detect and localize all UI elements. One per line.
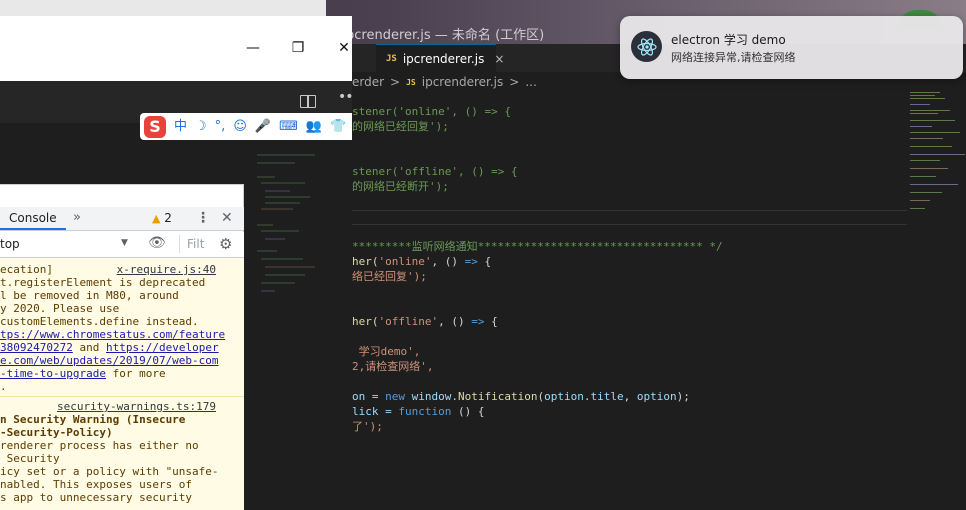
tab-label: ipcrenderer.js [402,51,485,66]
maximize-button[interactable]: ❐ [288,38,308,58]
tab-console[interactable]: Console [0,207,66,230]
code-line: lick = function () { [352,405,485,418]
chevron-right-icon: > [509,75,520,89]
code-line: her('offline', () => { [352,315,498,328]
keyboard-icon[interactable]: ⌨ [279,120,298,133]
code-line: 了'); [352,420,383,433]
minimap-preview [255,151,335,311]
source-link[interactable]: x-require.js:40 [117,263,216,276]
microphone-icon[interactable]: 🎤 [255,120,271,133]
split-editor-icon[interactable] [300,95,316,108]
chevron-right-icon: > [390,75,401,89]
code-line: her('online', () => { [352,255,492,268]
chinese-mode-icon[interactable]: 中 [174,120,187,133]
code-line: stener('online', () => { [352,105,511,118]
close-icon[interactable]: ✕ [221,210,233,226]
code-line: 学习demo', [352,345,421,358]
punctuation-icon[interactable]: °, [215,120,226,133]
source-link[interactable]: security-warnings.ts:179 [57,400,216,413]
breadcrumb-file[interactable]: ipcrenderer.js [422,75,504,89]
shirt-icon[interactable]: 👕 [330,120,346,133]
code-line: on = new window.Notification(option.titl… [352,390,690,403]
divider [352,224,907,225]
users-icon[interactable]: 👥 [306,120,322,133]
devtools-tab-bar: Console » ▲ 2 ⋮ ✕ [0,207,244,231]
link[interactable]: e.com/web/updates/2019/07/web-com [0,354,219,367]
devtools-panel: Console » ▲ 2 ⋮ ✕ top ▼ 👁 Filt ⚙ x-requi… [0,184,244,510]
console-messages: x-require.js:40 ecation] t.registerEleme… [0,258,244,510]
moon-icon[interactable]: ☽ [195,120,207,133]
minimize-button[interactable]: — [243,38,263,58]
console-filter-bar: top ▼ 👁 Filt ⚙ [0,232,244,258]
divider [352,210,907,211]
window-title: pcrenderer.js — 未命名 (工作区) [346,28,545,43]
electron-icon [631,31,662,62]
ime-toolbar: S 中 ☽ °, ☺ 🎤 ⌨ 👥 👕 [140,113,352,140]
gear-icon[interactable]: ⚙ [219,235,232,253]
kebab-menu-icon[interactable]: ⋮ [196,210,210,226]
warning-count: 2 [164,211,172,225]
warning-icon: ▲ [152,212,161,225]
breadcrumb-symbol[interactable]: ... [525,75,536,89]
js-file-icon: JS [406,77,416,87]
link[interactable]: https://developer [106,341,219,354]
code-line: stener('offline', () => { [352,165,518,178]
js-file-icon: JS [386,53,397,64]
breadcrumb-folder[interactable]: erder [352,75,384,89]
notification-body: 网络连接异常,请检查网络 [671,51,796,64]
notification-title: electron 学习 demo [671,33,786,47]
code-line: 的网络已经回复'); [352,120,449,133]
emoji-icon[interactable]: ☺ [233,120,247,133]
tab-ipcrenderer[interactable]: JS ipcrenderer.js × [376,44,504,72]
chevron-down-icon[interactable]: ▼ [121,238,128,248]
close-button[interactable]: ✕ [334,38,354,58]
context-selector[interactable]: top [0,237,20,251]
link[interactable]: -time-to-upgrade [0,367,106,380]
sogou-logo-icon[interactable]: S [144,115,166,138]
background-window [0,0,326,17]
divider [0,396,244,397]
close-icon[interactable]: × [494,52,504,66]
minimap[interactable] [907,90,966,230]
code-editor[interactable]: stener('online', () => { 的网络已经回复'); sten… [352,96,907,509]
more-tabs-icon[interactable]: » [73,210,81,225]
eye-icon[interactable]: 👁 [148,235,166,251]
code-line: 的网络已经断开'); [352,180,449,193]
code-line: 2,请检查网络', [352,360,434,373]
more-icon[interactable]: •• [338,89,353,105]
filter-input[interactable]: Filt [179,235,215,253]
code-line: 络已经回复'); [352,270,427,283]
warning-count-badge[interactable]: ▲ 2 [152,211,172,225]
system-notification[interactable]: electron 学习 demo 网络连接异常,请检查网络 [620,16,963,79]
app-titlebar: — ❐ ✕ [0,16,352,81]
link[interactable]: tps://www.chromestatus.com/feature [0,328,225,341]
code-line: *********监听网络通知*************************… [352,240,723,253]
link[interactable]: 38092470272 [0,341,73,354]
